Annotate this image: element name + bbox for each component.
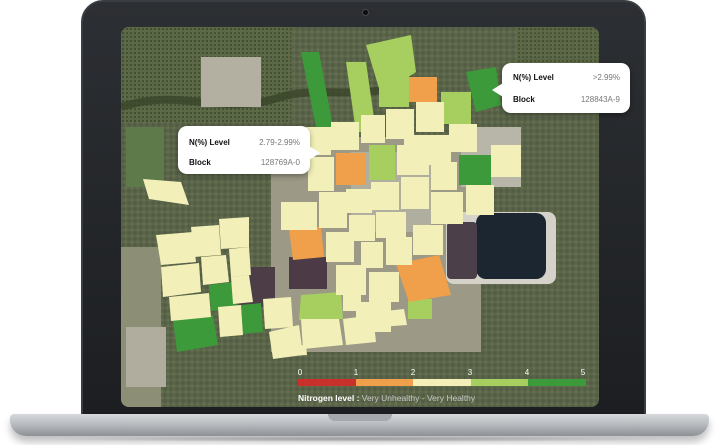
crop-block[interactable]	[386, 237, 412, 265]
tooltip-pointer	[492, 83, 503, 97]
legend-ticks: 0 1 2 3 4 5	[298, 368, 588, 378]
nlevel-label: N(%) Level	[513, 73, 554, 82]
crop-block[interactable]	[369, 272, 399, 302]
nlevel-value: >2.99%	[592, 73, 620, 82]
crop-block[interactable]	[326, 232, 354, 262]
crop-block[interactable]	[156, 232, 196, 265]
block-label: Block	[513, 95, 535, 104]
crop-block[interactable]	[371, 182, 399, 210]
legend-segment-moderate	[413, 379, 471, 386]
bare-field-sw	[126, 327, 166, 387]
crop-block[interactable]	[201, 255, 229, 285]
nlevel-value: 2.79-2.99%	[259, 138, 300, 147]
crop-block[interactable]	[346, 189, 372, 213]
legend-segment-very-healthy	[528, 379, 586, 386]
block-value: 128769A-0	[260, 158, 300, 167]
tooltip-pointer	[309, 146, 320, 160]
nitrogen-legend: 0 1 2 3 4 5 Nitrogen level : Very Unheal…	[298, 368, 588, 408]
block-tooltip-128769A: N(%) Level 2.79-2.99% Block 128769A-0	[178, 126, 320, 174]
crop-block[interactable]	[401, 177, 429, 209]
bare-field-nw	[201, 57, 261, 107]
legend-segment-healthy	[470, 379, 529, 386]
camera-icon	[361, 9, 369, 16]
legend-tick: 1	[353, 368, 359, 377]
crop-block[interactable]	[343, 315, 376, 345]
block-tooltip-128843A: N(%) Level >2.99% Block 128843A-9	[492, 63, 630, 113]
crop-block[interactable]	[336, 153, 366, 185]
legend-caption: Nitrogen level : Very Unhealthy - Very H…	[298, 393, 475, 403]
crop-block[interactable]	[369, 145, 395, 180]
crop-block[interactable]	[413, 225, 443, 255]
crop-block[interactable]	[191, 225, 221, 257]
crop-block[interactable]	[491, 145, 521, 177]
crop-block[interactable]	[319, 192, 347, 228]
crop-block[interactable]	[169, 293, 211, 321]
crop-block[interactable]	[361, 242, 383, 268]
crop-block[interactable]	[376, 212, 406, 238]
legend-tick: 3	[467, 368, 473, 377]
dam-water-small	[447, 222, 477, 279]
legend-segment-very-unhealthy	[298, 379, 356, 386]
crop-block[interactable]	[218, 305, 243, 337]
crop-block[interactable]	[336, 265, 366, 295]
crop-block[interactable]	[219, 217, 249, 249]
block-value: 128843A-9	[580, 95, 620, 104]
crop-block[interactable]	[426, 135, 451, 165]
legend-segment-unhealthy	[355, 379, 414, 386]
crop-block[interactable]	[299, 292, 343, 320]
crop-block[interactable]	[431, 162, 457, 190]
crop-block[interactable]	[308, 157, 334, 191]
laptop-notch	[327, 414, 392, 421]
crop-block[interactable]	[441, 92, 471, 124]
crop-block[interactable]	[301, 319, 343, 349]
green-field-west	[126, 127, 164, 187]
crop-block[interactable]	[416, 102, 444, 132]
purple-field	[289, 257, 327, 289]
crop-block[interactable]	[289, 227, 324, 260]
legend-tick: 5	[580, 368, 586, 377]
legend-tick: 0	[297, 368, 303, 377]
legend-tick: 2	[410, 368, 416, 377]
crop-block[interactable]	[379, 72, 409, 107]
crop-block[interactable]	[229, 247, 251, 277]
crop-block[interactable]	[161, 263, 201, 297]
crop-block[interactable]	[281, 202, 317, 230]
crop-block[interactable]	[409, 77, 437, 102]
crop-block[interactable]	[273, 345, 307, 357]
crop-block[interactable]	[376, 309, 407, 327]
legend-description: Very Unhealthy - Very Healthy	[361, 393, 476, 403]
nlevel-label: N(%) Level	[189, 138, 230, 147]
orchard-area-ne	[516, 27, 599, 67]
legend-title: Nitrogen level :	[298, 393, 362, 403]
crop-block[interactable]	[408, 299, 432, 319]
legend-color-scale	[298, 379, 586, 386]
crop-block[interactable]	[343, 291, 361, 311]
crop-block[interactable]	[431, 192, 463, 224]
crop-block[interactable]	[459, 155, 491, 185]
crop-block[interactable]	[397, 145, 429, 175]
laptop-base	[10, 414, 709, 436]
laptop-shadow	[40, 436, 679, 442]
dam-water	[476, 213, 546, 279]
crop-block[interactable]	[263, 297, 293, 329]
block-label: Block	[189, 158, 211, 167]
crop-block[interactable]	[449, 124, 477, 152]
crop-block[interactable]	[386, 109, 414, 139]
crop-block[interactable]	[331, 122, 359, 150]
legend-tick: 4	[524, 368, 530, 377]
crop-block[interactable]	[466, 185, 494, 215]
crop-block[interactable]	[241, 303, 263, 334]
crop-block[interactable]	[361, 115, 385, 143]
